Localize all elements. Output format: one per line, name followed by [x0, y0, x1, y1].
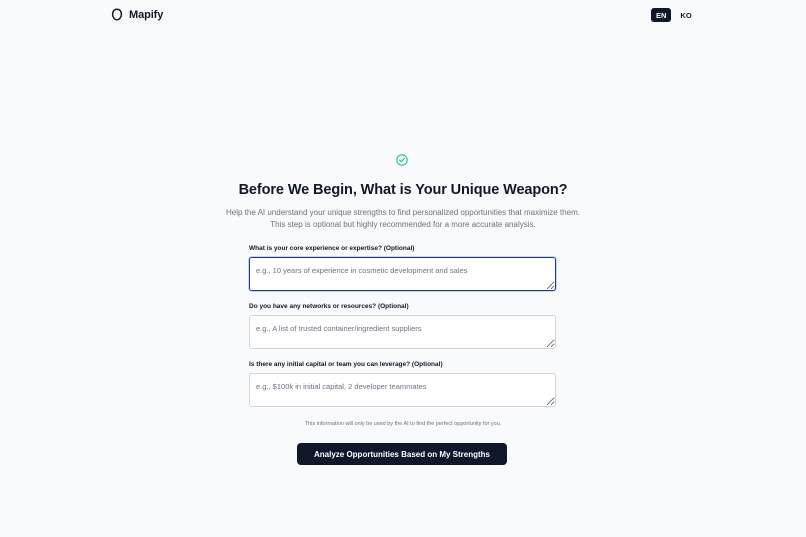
networks-input[interactable] [249, 315, 556, 349]
top-header: Mapify EN KO [0, 0, 806, 30]
check-circle-icon [396, 154, 408, 166]
language-en-button[interactable]: EN [651, 8, 672, 22]
page-title: Before We Begin, What is Your Unique Wea… [238, 182, 568, 198]
analyze-button[interactable]: Analyze Opportunities Based on My Streng… [297, 443, 507, 465]
language-ko-button[interactable]: KO [675, 8, 696, 22]
subtitle-line: Help the AI understand your unique stren… [226, 208, 580, 217]
language-switcher: EN KO [651, 8, 697, 22]
experience-input[interactable] [249, 257, 556, 291]
page: Mapify EN KO Before We Begin, What is Yo… [0, 0, 806, 537]
networks-label: Do you have any networks or resources? (… [249, 303, 409, 310]
capital-input[interactable] [249, 373, 556, 407]
page-subtitle: Help the AI understand your unique stren… [0, 207, 806, 231]
map-pin-icon [111, 8, 123, 21]
privacy-note: This information will only be used by th… [304, 421, 502, 427]
brand-logo[interactable]: Mapify [111, 8, 163, 21]
brand-name: Mapify [129, 8, 164, 21]
subtitle-line: This step is optional but highly recomme… [270, 220, 536, 229]
experience-label: What is your core experience or expertis… [249, 245, 415, 252]
capital-label: Is there any initial capital or team you… [249, 361, 443, 368]
